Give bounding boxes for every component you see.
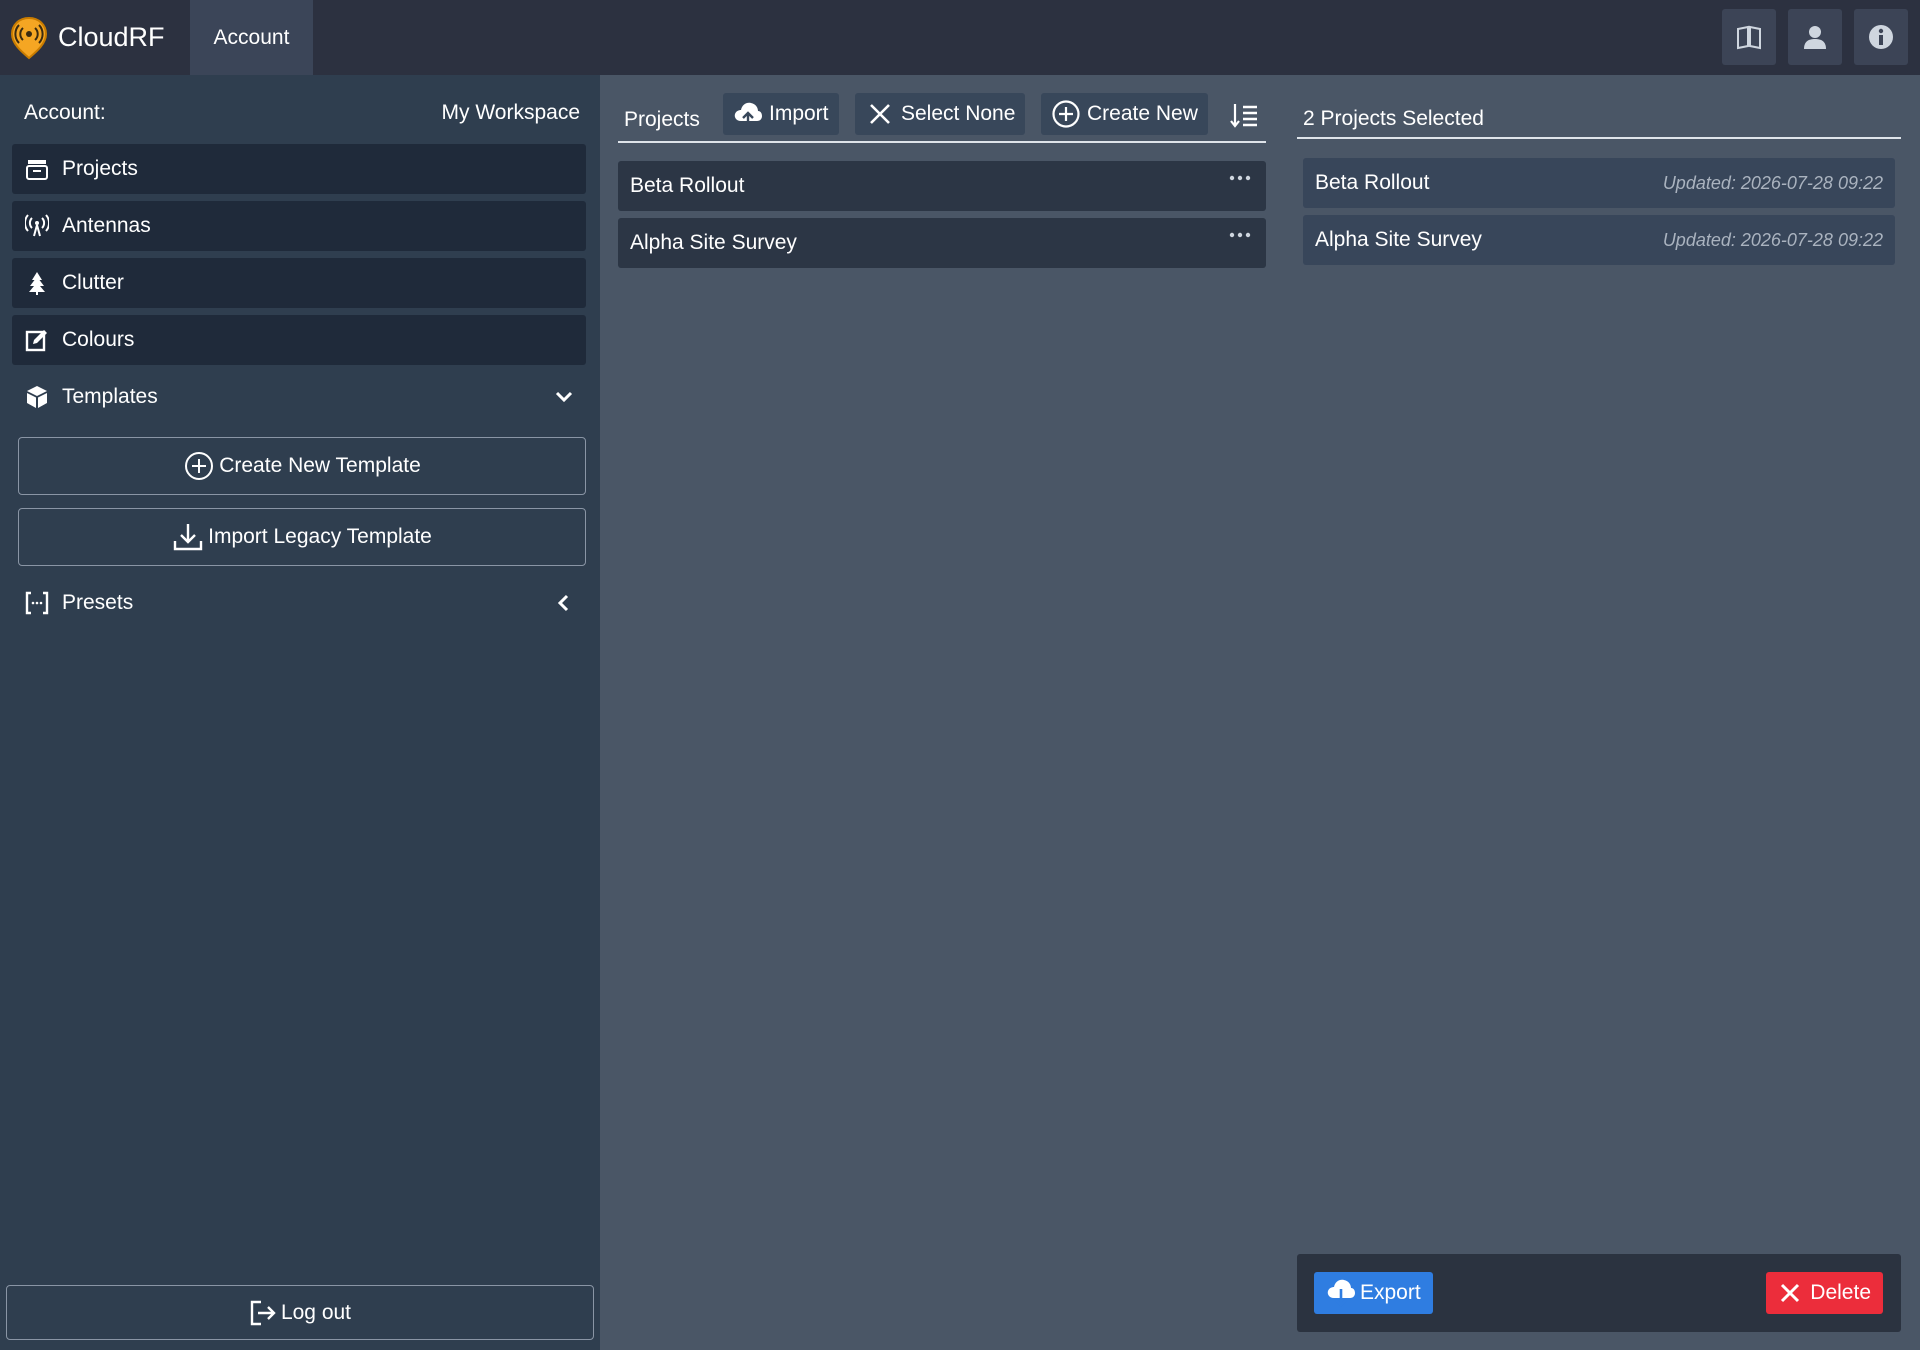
projects-toolbar: Projects Import Select None Create New [618, 93, 1266, 143]
export-label: Export [1360, 1281, 1421, 1304]
more-icon[interactable] [1228, 171, 1252, 185]
tree-icon [24, 270, 50, 296]
download-icon [173, 524, 203, 551]
info-button[interactable] [1854, 9, 1908, 65]
antenna-icon [24, 213, 50, 239]
sidebar-item-label: Antennas [62, 214, 151, 237]
import-label: Import [769, 102, 829, 125]
selected-project-row[interactable]: Beta Rollout Updated: 2026-07-28 09:22 [1303, 158, 1895, 208]
brand-name: CloudRF [58, 22, 165, 52]
brackets-icon [24, 590, 50, 616]
import-button[interactable]: Import [723, 93, 839, 135]
account-row: Account: My Workspace [24, 101, 580, 125]
archive-icon [24, 156, 50, 182]
sidebar-item-label: Colours [62, 328, 135, 351]
cube-icon [24, 384, 50, 410]
sidebar-item-label: Templates [62, 385, 158, 408]
docs-button[interactable] [1722, 9, 1776, 65]
sidebar-item-presets[interactable]: Presets [12, 578, 586, 628]
sidebar-item-label: Clutter [62, 271, 124, 294]
cloud-upload-icon [734, 102, 762, 127]
workspace-name[interactable]: My Workspace [442, 101, 580, 125]
logout-label: Log out [280, 1300, 352, 1324]
delete-label: Delete [1810, 1281, 1871, 1304]
sidebar-item-label: Presets [62, 591, 134, 614]
sort-icon[interactable] [1228, 99, 1260, 131]
selected-project-row[interactable]: Alpha Site Survey Updated: 2026-07-28 09… [1303, 215, 1895, 265]
project-row[interactable]: Beta Rollout [618, 161, 1266, 211]
cloudrf-logo-icon [10, 16, 48, 59]
more-icon[interactable] [1228, 228, 1252, 242]
select-none-label: Select None [901, 102, 1016, 125]
create-new-button[interactable]: Create New [1041, 93, 1208, 135]
top-bar: CloudRF Account [0, 0, 1920, 75]
close-icon [1781, 1283, 1800, 1303]
delete-button[interactable]: Delete [1766, 1272, 1883, 1314]
sidebar-item-clutter[interactable]: Clutter [12, 258, 586, 308]
tab-projects[interactable]: Projects [624, 108, 700, 132]
brand[interactable]: CloudRF [0, 0, 190, 75]
updated-timestamp: Updated: 2026-07-28 09:22 [1662, 229, 1883, 250]
info-icon [1869, 25, 1893, 49]
tab-account[interactable]: Account [190, 0, 313, 75]
project-row[interactable]: Alpha Site Survey [618, 218, 1266, 268]
sidebar-item-antennas[interactable]: Antennas [12, 201, 586, 251]
chevron-left-icon[interactable] [552, 591, 576, 615]
project-name: Alpha Site Survey [630, 231, 797, 254]
select-none-button[interactable]: Select None [855, 93, 1026, 135]
close-icon [870, 104, 890, 124]
plus-circle-icon [185, 452, 214, 480]
create-new-label: Create New [1087, 102, 1198, 125]
cloud-download-icon [1327, 1279, 1355, 1307]
selection-action-bar: Export Delete [1297, 1254, 1901, 1332]
user-icon [1804, 26, 1826, 49]
selection-header: 2 Projects Selected [1297, 99, 1901, 139]
import-legacy-template-label: Import Legacy Template [208, 525, 432, 548]
logout-icon [250, 1300, 276, 1325]
logout-button[interactable]: Log out [6, 1285, 594, 1340]
sidebar: Account: My Workspace Projects Antennas … [0, 75, 600, 1350]
create-new-template-label: Create New Template [219, 454, 421, 477]
sidebar-item-templates[interactable]: Templates [12, 372, 586, 422]
top-icon-group [1722, 9, 1908, 65]
profile-button[interactable] [1788, 9, 1842, 65]
account-label: Account: [24, 101, 106, 124]
sidebar-item-projects[interactable]: Projects [12, 144, 586, 194]
sidebar-item-label: Projects [62, 157, 138, 180]
sidebar-item-colours[interactable]: Colours [12, 315, 586, 365]
import-legacy-template-button[interactable]: Import Legacy Template [18, 508, 586, 566]
edit-icon [24, 327, 50, 353]
create-new-template-button[interactable]: Create New Template [18, 437, 586, 495]
book-icon [1737, 25, 1761, 50]
selected-project-name: Beta Rollout [1315, 171, 1430, 194]
updated-timestamp: Updated: 2026-07-28 09:22 [1662, 172, 1883, 193]
plus-circle-icon [1052, 100, 1080, 128]
export-button[interactable]: Export [1314, 1272, 1433, 1314]
project-name: Beta Rollout [630, 174, 745, 197]
chevron-down-icon[interactable] [552, 385, 576, 409]
selected-project-name: Alpha Site Survey [1315, 228, 1482, 251]
